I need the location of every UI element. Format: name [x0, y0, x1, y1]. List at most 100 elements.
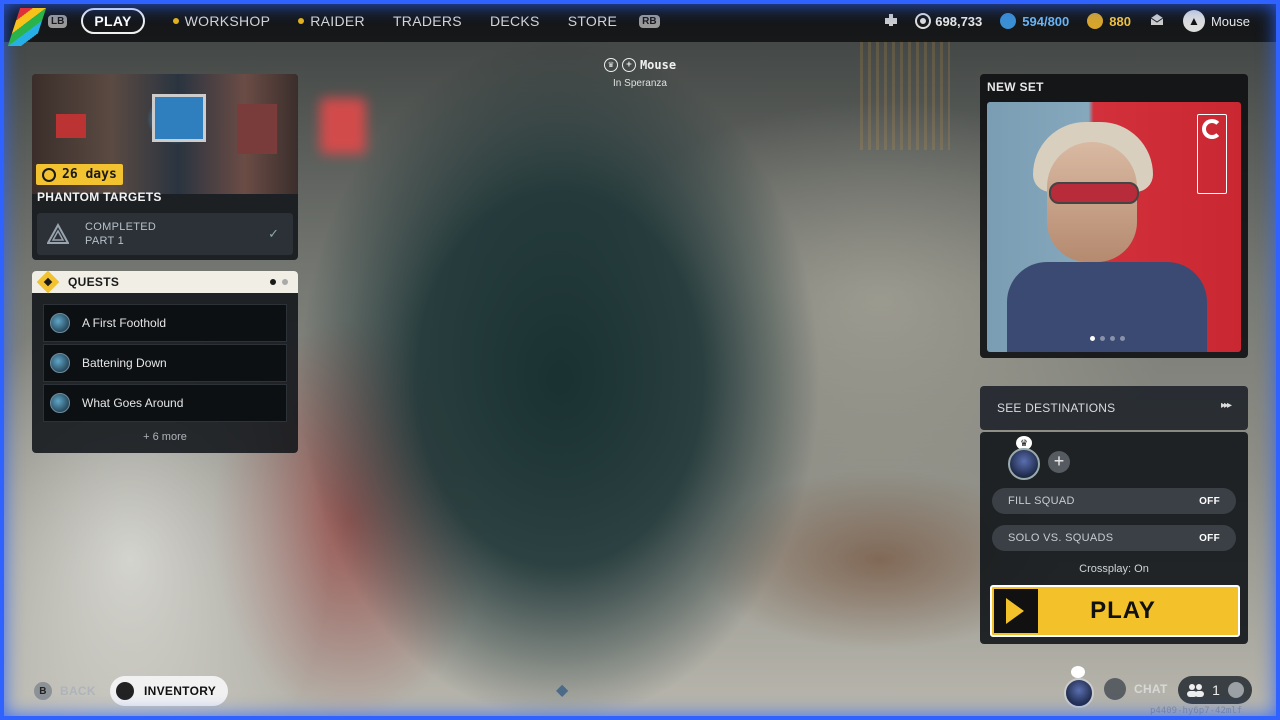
- artwork-detail: [1049, 182, 1139, 204]
- carousel-dot: [1120, 336, 1125, 341]
- friends-count: 1: [1212, 682, 1220, 698]
- squad-leader-avatar[interactable]: [1008, 448, 1040, 480]
- username: Mouse: [1210, 13, 1250, 29]
- coins-value: 698,733: [935, 13, 983, 29]
- chat-icon: [1104, 678, 1126, 700]
- status-line-completed: COMPLETED: [85, 221, 157, 233]
- inventory-label: INVENTORY: [144, 684, 217, 698]
- player-avatar[interactable]: [1064, 678, 1094, 708]
- tab-traders[interactable]: TRADERS: [393, 13, 462, 29]
- phantom-targets-status[interactable]: COMPLETED PART 1 ✓: [37, 213, 293, 255]
- tab-label: STORE: [567, 13, 618, 29]
- chat-button[interactable]: CHAT: [1104, 678, 1168, 700]
- see-destinations-button[interactable]: SEE DESTINATIONS ▸▸▸: [980, 386, 1248, 430]
- top-right-status: 698,733 594/800 880 ▲ Mouse: [883, 0, 1250, 42]
- nameplate-row: ♛ + Mouse: [600, 58, 680, 72]
- crown-icon: ♛: [603, 58, 618, 72]
- top-navigation-bar: LB PLAY WORKSHOP RAIDER TRADERS DECKS ST…: [0, 0, 1280, 42]
- brand-logo-icon: [1197, 114, 1227, 194]
- back-button[interactable]: B BACK: [34, 682, 96, 700]
- bottom-bar: B BACK INVENTORY ◆ CHAT 1 p4409-hy6p7-42…: [0, 666, 1280, 716]
- quest-item[interactable]: Battening Down: [43, 344, 287, 382]
- background-lamp: [320, 98, 366, 154]
- solo-vs-squads-toggle[interactable]: SOLO VS. SQUADS OFF: [992, 525, 1236, 551]
- tab-store[interactable]: STORE: [568, 13, 617, 29]
- tab-workshop[interactable]: WORKSHOP: [172, 13, 271, 29]
- quest-diamond-icon: [36, 270, 60, 294]
- notification-dot-icon: [172, 18, 179, 24]
- tab-decks[interactable]: DECKS: [490, 13, 540, 29]
- friends-button[interactable]: 1: [1178, 676, 1252, 704]
- quest-item[interactable]: What Goes Around: [43, 384, 287, 422]
- page-dot-active: [270, 279, 276, 285]
- quest-label: A First Foothold: [82, 316, 167, 330]
- back-label: BACK: [60, 684, 96, 698]
- add-icon: +: [621, 58, 636, 72]
- player-name: Mouse: [639, 58, 677, 72]
- raider-tokens-icon[interactable]: [883, 12, 899, 31]
- mail-icon[interactable]: [1149, 12, 1165, 31]
- quest-giver-avatar: [50, 353, 70, 373]
- tab-raider[interactable]: RAIDER: [298, 13, 365, 29]
- new-set-title: NEW SET: [987, 80, 1044, 94]
- status-line-part: PART 1: [85, 235, 125, 247]
- play-chevron-icon: [994, 589, 1038, 633]
- rb-button-hint: RB: [639, 14, 660, 28]
- status-text: COMPLETED PART 1: [85, 220, 156, 248]
- blue-currency-value: 594/800: [1022, 13, 1070, 29]
- solo-vs-squads-label: SOLO VS. SQUADS: [1008, 532, 1114, 544]
- tab-label: PLAY: [94, 13, 132, 29]
- play-button-label: PLAY: [1090, 597, 1156, 624]
- new-set-card[interactable]: NEW SET: [980, 74, 1248, 358]
- profile[interactable]: ▲ Mouse: [1182, 10, 1250, 32]
- see-destinations-label: SEE DESTINATIONS: [997, 401, 1116, 415]
- tab-label: RAIDER: [310, 13, 365, 29]
- carousel-dot: [1100, 336, 1105, 341]
- notification-dot-icon: [298, 18, 305, 24]
- phantom-targets-title: PHANTOM TARGETS: [37, 190, 162, 204]
- menu-icon: [1227, 682, 1244, 698]
- thumbnail-monitor: [152, 94, 206, 142]
- solo-vs-squads-value: OFF: [1199, 532, 1220, 544]
- build-id: p4409-hy6p7-42mlf: [1150, 706, 1243, 716]
- warning-triangle-icon: [47, 223, 69, 244]
- play-button[interactable]: PLAY: [990, 585, 1240, 637]
- leader-crown-icon: [1071, 666, 1085, 678]
- chevrons-right-icon: ▸▸▸: [1220, 400, 1232, 411]
- tab-label: DECKS: [489, 13, 540, 29]
- fill-squad-value: OFF: [1199, 495, 1220, 507]
- more-quests-link[interactable]: + 6 more: [32, 431, 298, 443]
- friends-icon: [1187, 684, 1204, 697]
- fill-squad-toggle[interactable]: FILL SQUAD OFF: [992, 488, 1236, 514]
- blue-token-icon: [1000, 13, 1017, 29]
- blue-currency-balance: 594/800: [1000, 13, 1069, 29]
- quest-giver-avatar: [50, 393, 70, 413]
- gold-currency-balance: 880: [1087, 13, 1131, 29]
- lb-button-hint: LB: [48, 14, 68, 28]
- gold-currency-value: 880: [1109, 13, 1131, 29]
- tab-play[interactable]: PLAY: [81, 8, 145, 34]
- crossplay-status: Crossplay: On: [1079, 563, 1149, 575]
- playstation-icon: ◆: [556, 682, 569, 699]
- profile-icon: ▲: [1182, 10, 1205, 32]
- player-nameplate: ♛ + Mouse In Speranza: [600, 58, 680, 89]
- inventory-button[interactable]: INVENTORY: [110, 676, 229, 706]
- player-location: In Speranza: [613, 78, 667, 89]
- tab-label: WORKSHOP: [184, 13, 271, 29]
- coin-icon: [917, 15, 930, 27]
- chat-label: CHAT: [1134, 682, 1168, 696]
- quest-label: What Goes Around: [82, 396, 184, 410]
- quests-title: QUESTS: [68, 275, 120, 289]
- event-timer-badge: 26 days: [36, 164, 123, 185]
- quest-item[interactable]: A First Foothold: [43, 304, 287, 342]
- background-led-sign: [860, 40, 950, 150]
- invite-player-button[interactable]: +: [1048, 451, 1070, 473]
- timer-text: 26 days: [62, 167, 117, 182]
- quest-giver-avatar: [50, 313, 70, 333]
- carousel-dots[interactable]: [1090, 336, 1125, 341]
- squad-panel: ♛ + FILL SQUAD OFF SOLO VS. SQUADS OFF C…: [980, 432, 1248, 644]
- gold-token-icon: [1087, 13, 1104, 29]
- coins-balance: 698,733: [917, 14, 982, 29]
- quests-panel: QUESTS A First Foothold Battening Down W…: [32, 270, 298, 453]
- quests-page-dots[interactable]: [270, 279, 288, 285]
